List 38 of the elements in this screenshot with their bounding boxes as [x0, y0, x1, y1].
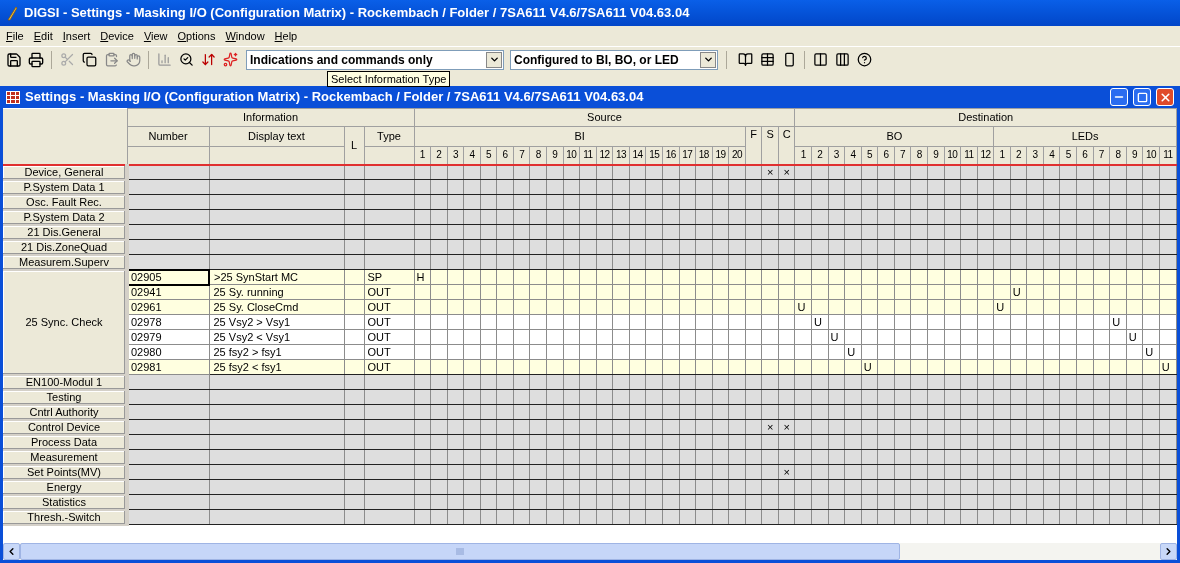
- dropdown-button[interactable]: [700, 51, 716, 68]
- maximize-button[interactable]: [1133, 88, 1151, 106]
- grip-icon: [456, 548, 464, 555]
- menu-item[interactable]: View: [139, 30, 172, 42]
- document-title: Settings - Masking I/O (Configuration Matrix) - Rockembach / Folder / 7SA611 V4.6/7SA611 V04.63.04: [25, 88, 644, 107]
- menu-item[interactable]: File: [2, 30, 28, 42]
- dropdown-button[interactable]: [486, 51, 502, 68]
- close-button[interactable]: [1156, 88, 1174, 106]
- minimize-button[interactable]: [1110, 88, 1128, 106]
- matrix-cell: ×: [778, 464, 795, 480]
- grid-icon: [6, 90, 20, 104]
- header-cell: Number: [127, 126, 209, 147]
- horizontal-scrollbar[interactable]: [3, 543, 1177, 560]
- tooltip: Select Information Type: [327, 71, 451, 87]
- scroll-thumb[interactable]: [20, 543, 900, 560]
- caret-icon: [702, 54, 714, 65]
- header-cell: Information: [127, 108, 415, 127]
- group-label[interactable]: 25 Sync. Check: [3, 269, 127, 375]
- maximize-icon: [1136, 91, 1148, 103]
- menu-item[interactable]: Help: [270, 30, 302, 42]
- close-icon: [1158, 90, 1172, 104]
- menu-item[interactable]: Options: [173, 30, 220, 42]
- scroll-right-button[interactable]: [1160, 543, 1177, 560]
- scroll-left-button[interactable]: [3, 543, 20, 560]
- header-cell: Destination: [794, 108, 1177, 127]
- caret-icon: [488, 54, 500, 65]
- menu-item[interactable]: Window: [221, 30, 269, 42]
- header-cell: Source: [414, 108, 795, 127]
- matrix-cell: U: [1010, 284, 1027, 300]
- menu-item[interactable]: Device: [96, 30, 138, 42]
- menu-item[interactable]: Insert: [58, 30, 95, 42]
- table-cell: 02905: [127, 269, 209, 285]
- matrix-cell: ×: [778, 164, 795, 180]
- pen-icon: [6, 5, 18, 21]
- filter-dropdown[interactable]: Configured to BI, BO, or LED: [510, 49, 718, 70]
- menu-item[interactable]: Edit: [29, 30, 57, 42]
- window-title: DIGSI - Settings - Masking I/O (Configuration Matrix) - Rockembach / Folder / 7SA611 V4.6/7SA611 V04.63.04: [24, 4, 690, 23]
- info-type-dropdown[interactable]: Indications and commands only: [246, 49, 504, 70]
